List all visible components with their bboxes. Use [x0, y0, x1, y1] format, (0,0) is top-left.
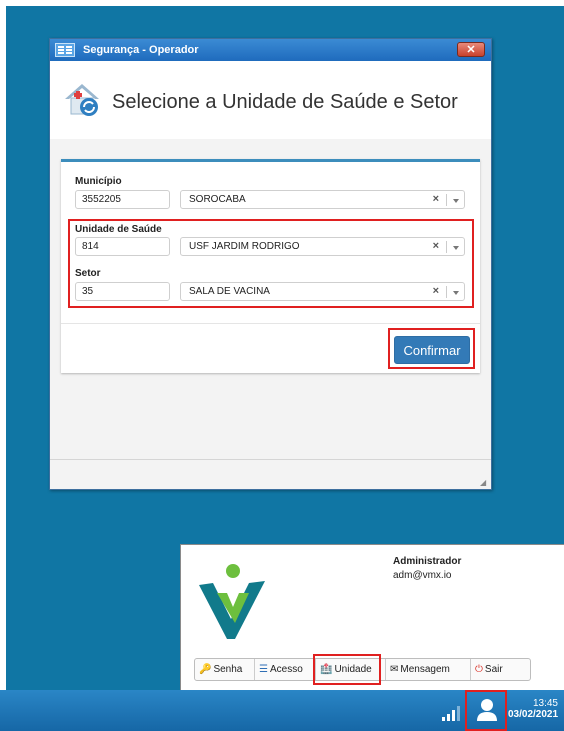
user-email: adm@vmx.io: [393, 570, 452, 581]
user-popup: Administrador adm@vmx.io 🔑 Senha ☰ Acesso …: [180, 544, 564, 692]
window-app-icon: [55, 43, 75, 57]
sair-button[interactable]: ⏻ Sair: [471, 659, 530, 680]
municipio-code-input[interactable]: 3552205: [75, 190, 170, 209]
panel-divider: [61, 323, 480, 324]
envelope-icon: ✉: [390, 664, 399, 675]
unidade-code-input[interactable]: 814: [75, 237, 170, 256]
select-separator: [446, 286, 447, 298]
select-separator: [446, 194, 447, 206]
window-titlebar[interactable]: Segurança - Operador ✕: [50, 39, 491, 61]
window-status-strip: [50, 459, 491, 460]
unidade-select-value: USF JARDIM RODRIGO: [189, 241, 300, 252]
unidade-label: Unidade de Saúde: [75, 224, 162, 235]
chevron-down-icon[interactable]: [453, 199, 459, 203]
vmx-logo: [193, 553, 269, 649]
unidade-button-highlight: [313, 654, 381, 685]
chevron-down-icon[interactable]: [453, 246, 459, 250]
clock-time: 13:45: [532, 698, 558, 709]
dialog-header: Selecione a Unidade de Saúde e Setor: [50, 61, 491, 139]
power-icon: ⏻: [475, 664, 483, 675]
window-title: Segurança - Operador: [83, 44, 199, 56]
user-tray-highlight: [465, 690, 507, 731]
select-separator: [446, 241, 447, 253]
unidade-clear-icon[interactable]: ×: [433, 240, 439, 252]
signal-strength-icon[interactable]: [442, 705, 462, 721]
acesso-label: Acesso: [269, 664, 303, 675]
confirm-button[interactable]: Confirmar: [394, 336, 470, 364]
mensagem-label: Mensagem: [400, 664, 450, 675]
acesso-button[interactable]: ☰ Acesso: [255, 659, 316, 680]
user-name: Administrador: [393, 556, 462, 567]
unit-selection-panel: Município 3552205 SOROCABA × Unidade de …: [61, 159, 480, 373]
health-unit-house-icon: [65, 84, 99, 116]
sair-label: Sair: [484, 664, 503, 675]
setor-select-value: SALA DE VACINA: [189, 286, 270, 297]
setor-code-input[interactable]: 35: [75, 282, 170, 301]
setor-label: Setor: [75, 268, 101, 279]
chevron-down-icon[interactable]: [453, 291, 459, 295]
municipio-select-value: SOROCABA: [189, 194, 246, 205]
municipio-clear-icon[interactable]: ×: [433, 193, 439, 205]
operator-dialog: Segurança - Operador ✕ Selecione a Unida…: [49, 38, 492, 490]
resize-grip-icon[interactable]: ◢: [480, 478, 489, 487]
senha-label: Senha: [213, 664, 243, 675]
clock-date: 03/02/2021: [508, 709, 559, 720]
unidade-select[interactable]: USF JARDIM RODRIGO ×: [180, 237, 465, 256]
key-icon: 🔑: [199, 664, 212, 675]
municipio-select[interactable]: SOROCABA ×: [180, 190, 465, 209]
setor-select[interactable]: SALA DE VACINA ×: [180, 282, 465, 301]
window-close-button[interactable]: ✕: [457, 42, 485, 57]
mensagem-button[interactable]: ✉ Mensagem: [386, 659, 471, 680]
setor-clear-icon[interactable]: ×: [433, 285, 439, 297]
senha-button[interactable]: 🔑 Senha: [195, 659, 255, 680]
dialog-heading: Selecione a Unidade de Saúde e Setor: [112, 91, 458, 113]
taskbar: 13:45 03/02/2021: [0, 690, 564, 731]
municipio-label: Município: [75, 176, 122, 187]
list-icon: ☰: [259, 664, 268, 675]
